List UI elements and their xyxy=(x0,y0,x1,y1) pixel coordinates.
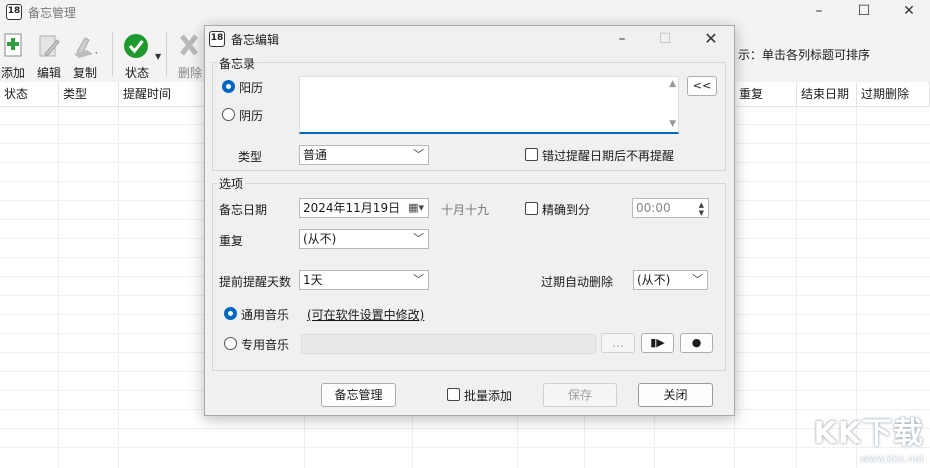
close-button[interactable]: 关闭 xyxy=(638,383,713,407)
close-window-button[interactable]: ✕ xyxy=(886,0,930,24)
dialog-minimize-button[interactable]: – xyxy=(602,28,642,50)
repeat-select[interactable]: (从不) ﹀ xyxy=(299,229,429,249)
general-music-radio[interactable] xyxy=(224,307,237,320)
advance-days-label: 提前提醒天数 xyxy=(219,275,292,289)
copy-label: 复制 xyxy=(72,66,97,80)
watermark-logo: KK下载 xyxy=(813,416,924,451)
dialog-close-button[interactable]: ✕ xyxy=(691,28,731,50)
chevron-down-icon: ﹀ xyxy=(413,232,424,245)
dialog-calendar-icon: 18 xyxy=(209,31,225,47)
app-calendar-icon: 18 xyxy=(6,4,22,20)
toolbar-separator xyxy=(112,32,113,76)
check-circle-icon xyxy=(124,34,148,58)
time-value: 00:00 xyxy=(636,201,671,215)
record-button[interactable]: ● xyxy=(680,333,713,353)
advance-days-select[interactable]: 1天 ﹀ xyxy=(299,270,429,290)
auto-delete-value: (从不) xyxy=(637,273,671,287)
memo-date-label: 备忘日期 xyxy=(219,203,268,217)
chevron-down-icon: ﹀ xyxy=(413,273,424,286)
custom-music-radio[interactable] xyxy=(224,337,237,350)
maximize-button[interactable]: ☐ xyxy=(841,0,887,24)
lunar-radio[interactable] xyxy=(222,108,235,121)
batch-add-label: 批量添加 xyxy=(464,389,513,403)
auto-delete-label: 过期自动删除 xyxy=(541,275,614,289)
dialog-titlebar: 18 备忘编辑 – ☐ ✕ xyxy=(205,26,734,52)
memo-manage-button[interactable]: 备忘管理 xyxy=(321,383,396,407)
grid-line xyxy=(118,106,119,468)
memo-group-title: 备忘录 xyxy=(217,55,258,72)
toolbar-separator xyxy=(166,32,167,76)
minimize-button[interactable]: – xyxy=(796,0,842,24)
batch-add-checkbox[interactable] xyxy=(447,388,460,401)
advance-days-value: 1天 xyxy=(303,273,323,287)
record-icon: ● xyxy=(691,336,702,349)
save-button[interactable]: 保存 xyxy=(543,383,617,407)
solar-radio[interactable] xyxy=(222,80,235,93)
column-expire-delete[interactable]: 过期删除 xyxy=(857,82,930,106)
memo-date-value: 2024年11月19日 xyxy=(303,201,401,215)
memo-textarea[interactable]: ▲ ▼ xyxy=(299,76,679,134)
memo-date-picker[interactable]: 2024年11月19日 ▦▾ xyxy=(299,198,429,218)
repeat-select-value: (从不) xyxy=(303,232,337,246)
column-remind-time[interactable]: 提醒时间 xyxy=(119,82,205,106)
watermark-url: www.kkx.net xyxy=(860,454,924,465)
scroll-up-icon[interactable]: ▲ xyxy=(669,79,676,89)
custom-music-path-input[interactable] xyxy=(301,334,596,354)
sort-hint: 示：单击各列标题可排序 xyxy=(738,48,871,62)
play-button[interactable]: ▮▶ xyxy=(641,333,674,353)
auto-delete-select[interactable]: (从不) ﹀ xyxy=(633,270,708,290)
column-end-date[interactable]: 结束日期 xyxy=(797,82,857,106)
column-repeat[interactable]: 重复 xyxy=(735,82,797,106)
status-label: 状态 xyxy=(124,66,149,80)
type-select[interactable]: 普通 ﹀ xyxy=(299,145,429,165)
main-titlebar: 18 备忘管理 – ☐ ✕ xyxy=(0,0,930,24)
scroll-down-icon[interactable]: ▼ xyxy=(669,119,676,129)
calendar-dropdown-icon[interactable]: ▦▾ xyxy=(408,199,424,217)
music-settings-link[interactable]: (可在软件设置中修改) xyxy=(307,306,424,323)
collapse-button[interactable]: << xyxy=(687,76,717,96)
grid-row-line xyxy=(0,447,930,448)
chevron-down-icon: ﹀ xyxy=(692,273,703,286)
no-remind-after-label: 错过提醒日期后不再提醒 xyxy=(542,149,675,163)
column-type[interactable]: 类型 xyxy=(59,82,119,106)
main-window-title: 备忘管理 xyxy=(28,6,77,20)
options-group-title: 选项 xyxy=(217,175,246,192)
column-status[interactable]: 状态 xyxy=(0,82,59,106)
delete-icon xyxy=(180,34,198,56)
grid-row-line xyxy=(0,428,930,429)
repeat-label: 重复 xyxy=(219,234,244,248)
lunar-date-text: 十月十九 xyxy=(441,203,490,217)
copy-button[interactable]: 复制 xyxy=(63,30,107,80)
grid-line xyxy=(796,106,797,468)
no-remind-after-checkbox[interactable] xyxy=(525,148,538,161)
lunar-label: 阴历 xyxy=(239,109,264,123)
edit-icon xyxy=(39,35,60,57)
dialog-title: 备忘编辑 xyxy=(231,33,280,47)
type-label: 类型 xyxy=(238,150,263,164)
chevron-down-icon: ﹀ xyxy=(413,148,424,161)
grid-line xyxy=(58,106,59,468)
precise-minute-checkbox[interactable] xyxy=(525,202,538,215)
precise-minute-label: 精确到分 xyxy=(542,203,591,217)
status-button[interactable]: 状态 xyxy=(115,30,159,80)
copy-icon xyxy=(74,37,97,58)
solar-label: 阳历 xyxy=(239,81,264,95)
custom-music-label: 专用音乐 xyxy=(241,338,290,352)
status-dropdown-icon[interactable]: ▼ xyxy=(155,52,161,61)
dialog-maximize-button[interactable]: ☐ xyxy=(645,28,685,50)
browse-button[interactable]: ... xyxy=(601,333,635,353)
memo-edit-dialog: 18 备忘编辑 – ☐ ✕ 备忘录 阳历 阴历 ▲ ▼ << 类型 普通 ﹀ 错… xyxy=(204,25,735,416)
general-music-label: 通用音乐 xyxy=(241,308,290,322)
play-icon: ▮▶ xyxy=(650,336,665,349)
spin-arrows-icon[interactable]: ▲ ▼ xyxy=(699,201,704,217)
time-spinner[interactable]: 00:00 ▲ ▼ xyxy=(632,198,709,218)
type-select-value: 普通 xyxy=(303,148,328,162)
add-icon xyxy=(4,33,22,57)
